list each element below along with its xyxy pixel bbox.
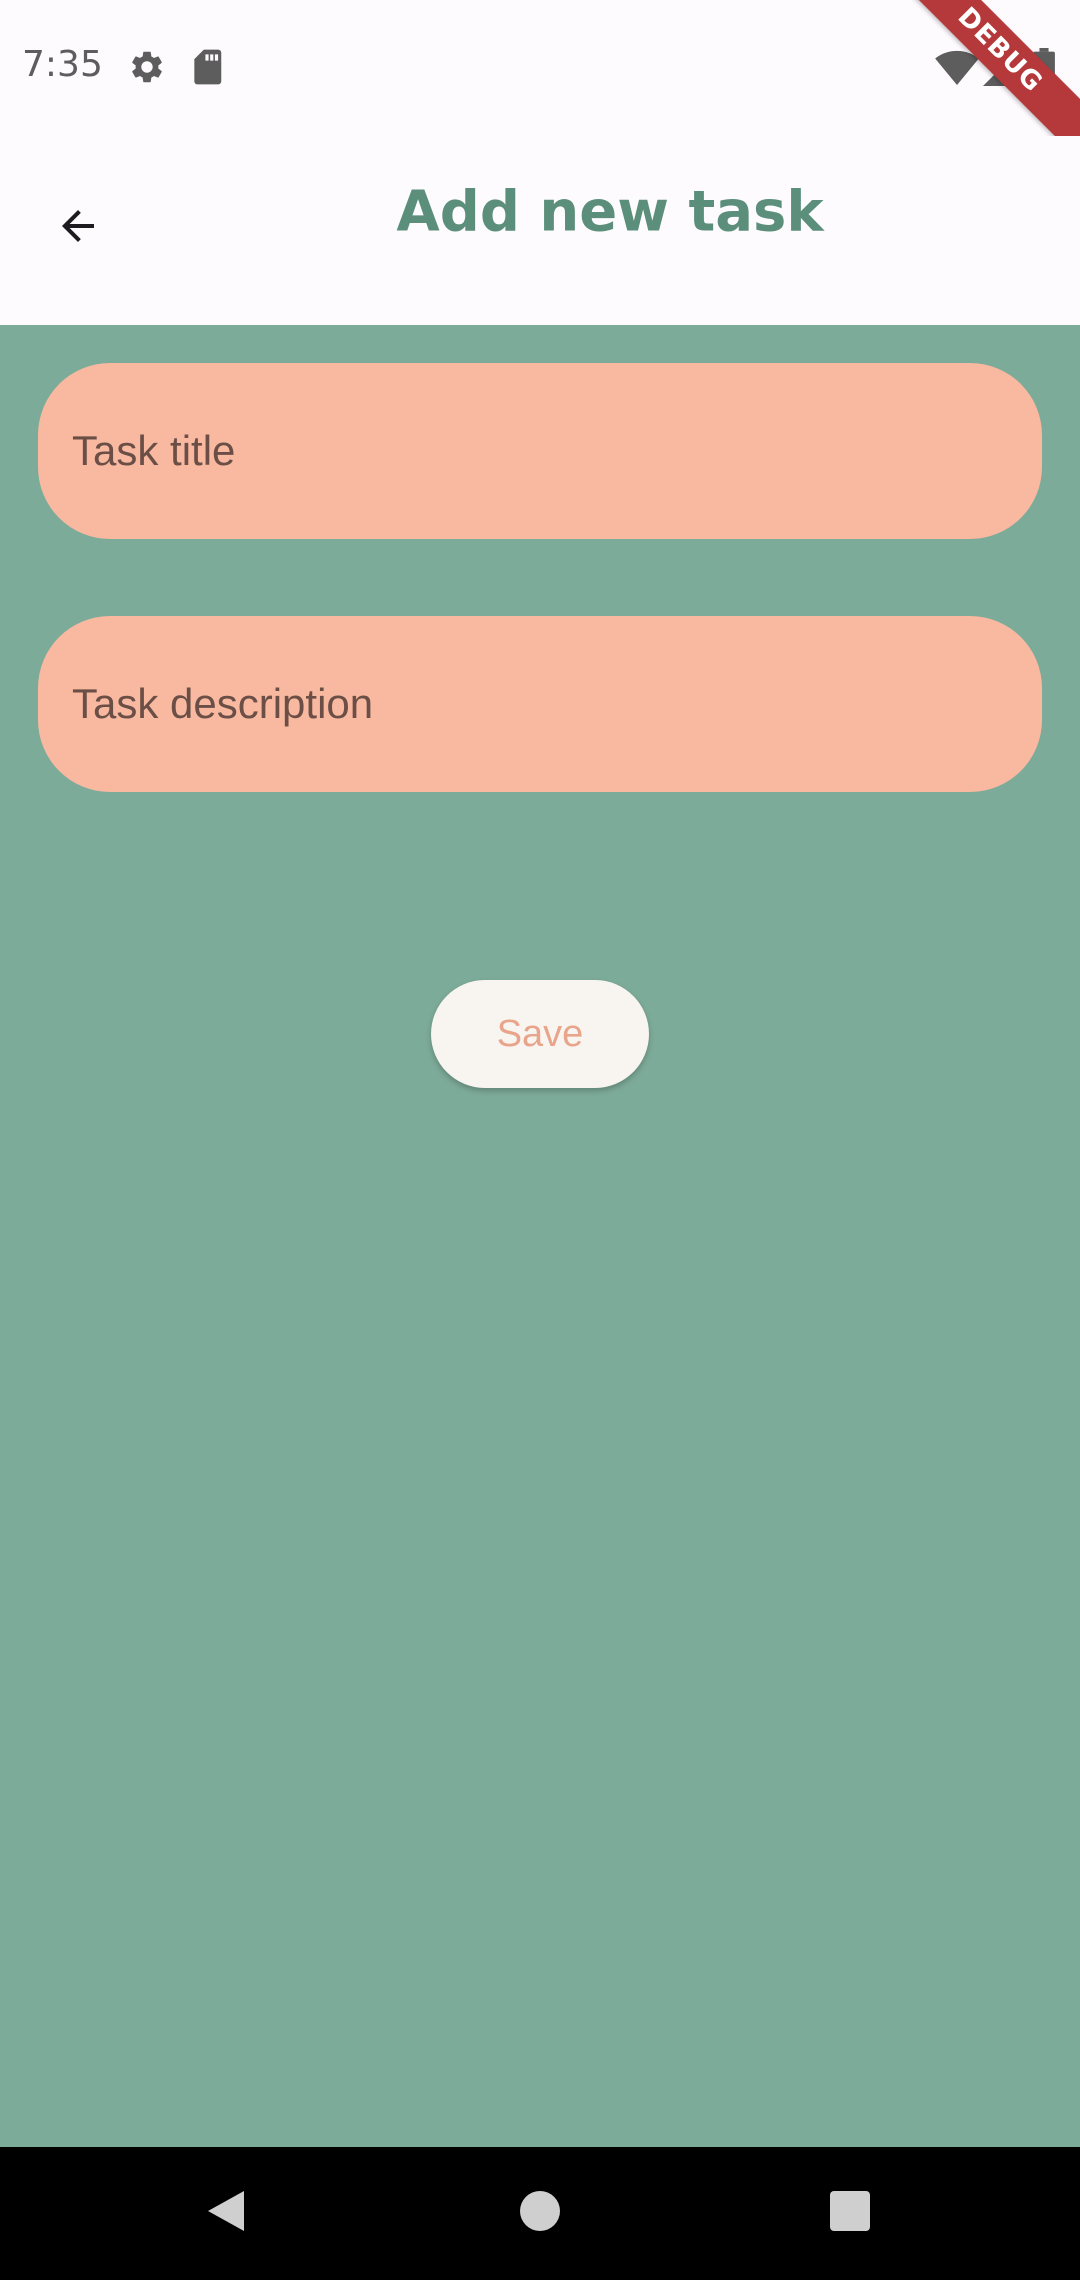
navigation-bar	[0, 2147, 1080, 2280]
recents-square-icon	[828, 2189, 872, 2238]
nav-home-button[interactable]	[508, 2181, 572, 2245]
status-bar: 7:35 DEBUG	[0, 0, 1080, 172]
task-title-input[interactable]	[38, 363, 1042, 539]
sd-card-icon	[190, 48, 224, 91]
arrow-back-icon	[54, 202, 102, 255]
nav-back-button[interactable]	[194, 2181, 258, 2245]
settings-icon	[128, 48, 166, 91]
status-time: 7:35	[22, 44, 103, 85]
app-bar: Add new task	[0, 136, 1080, 325]
back-button[interactable]	[38, 188, 118, 268]
home-circle-icon	[518, 2189, 562, 2238]
page-title: Add new task	[396, 179, 824, 245]
back-triangle-icon	[204, 2187, 248, 2240]
nav-recents-button[interactable]	[818, 2181, 882, 2245]
task-description-input[interactable]	[38, 616, 1042, 792]
save-button[interactable]: Save	[431, 980, 649, 1088]
